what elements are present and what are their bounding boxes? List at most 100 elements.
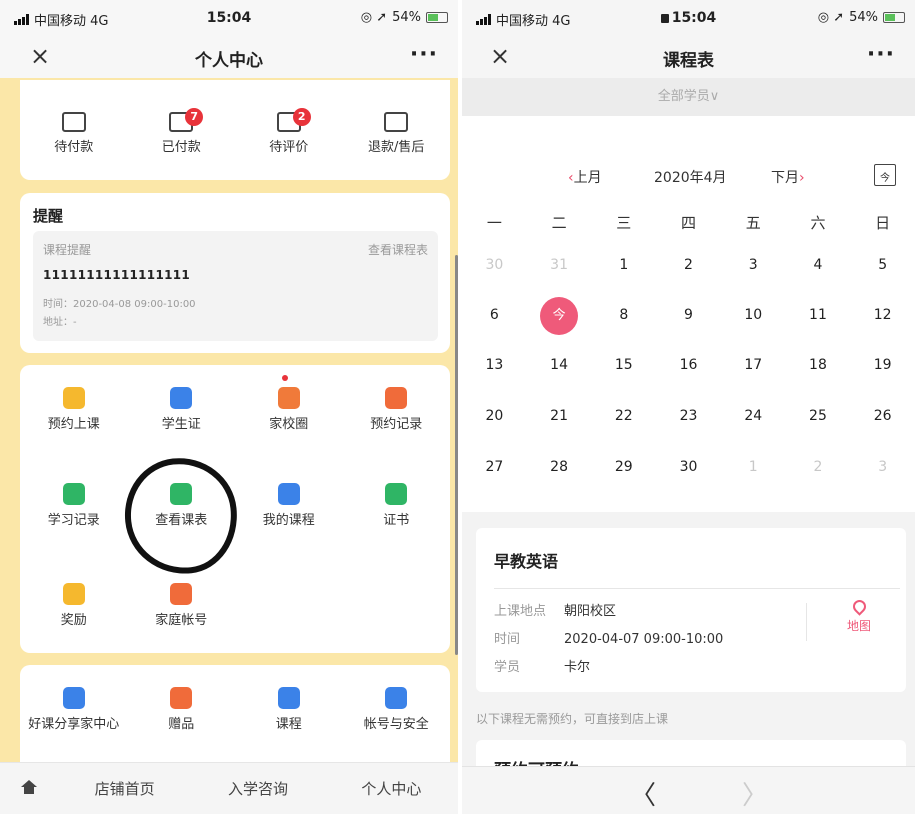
tab-personal-center[interactable]: 个人中心	[325, 778, 458, 799]
home-icon	[21, 780, 37, 794]
order-item[interactable]: 2 待评价	[235, 108, 343, 155]
calendar-day[interactable]: 10	[721, 296, 786, 334]
function-item[interactable]: 家庭帐号	[128, 583, 236, 628]
record-icon	[385, 387, 408, 409]
course-title: 早教英语	[494, 552, 559, 571]
current-month: 2020年4月	[654, 170, 727, 186]
status-right: ◎ ➚ 54%	[818, 10, 905, 25]
gift-icon	[170, 687, 193, 709]
account-grid: 好课分享家中心 赠品 课程 帐号与安全	[20, 687, 450, 732]
calendar-day[interactable]: 14	[527, 346, 592, 384]
order-item[interactable]: 退款/售后	[343, 108, 451, 155]
calendar-day[interactable]: 29	[591, 448, 656, 486]
function-item[interactable]: 证书	[343, 483, 451, 528]
calendar-day[interactable]: 31	[527, 246, 592, 284]
calendar-day[interactable]: 17	[721, 346, 786, 384]
home-button[interactable]	[0, 779, 58, 798]
reminder-heading: 课程提醒	[43, 243, 92, 257]
calendar-day[interactable]: 30	[462, 246, 527, 284]
today-icon-text: 今	[880, 173, 890, 184]
function-item[interactable]: 预约记录	[343, 387, 451, 432]
calendar-day[interactable]: 23	[656, 397, 721, 435]
function-item[interactable]: 学生证	[128, 387, 236, 432]
calendar-day[interactable]: 5	[850, 246, 915, 284]
course-reminder-box[interactable]: 课程提醒 查看课程表 11111111111111111 时间：2020-04-…	[33, 231, 438, 341]
today-calendar-icon[interactable]: 今	[874, 164, 896, 186]
nav-bar: × 课程表 ···	[462, 36, 915, 78]
function-item[interactable]: 我的课程	[235, 483, 343, 528]
calendar-day[interactable]: 12	[850, 296, 915, 334]
calendar-day[interactable]: 4	[786, 246, 851, 284]
chat-icon	[277, 375, 300, 409]
status-bar: 中国移动 4G 15:04 ◎ ➚ 54%	[462, 0, 915, 36]
calendar-day[interactable]: 20	[462, 397, 527, 435]
battery-icon	[426, 12, 448, 23]
calendar-day[interactable]: 15	[591, 346, 656, 384]
calendar-day[interactable]: 13	[462, 346, 527, 384]
map-button[interactable]: 地图	[834, 597, 884, 634]
weekday-label: 五	[745, 214, 761, 232]
calendar-day[interactable]: 8	[591, 296, 656, 334]
view-schedule-link[interactable]: 查看课程表	[368, 241, 428, 258]
page-title: 课程表	[663, 51, 714, 71]
function-item[interactable]: 预约上课	[20, 387, 128, 432]
calendar-day[interactable]: 25	[786, 397, 851, 435]
function-item[interactable]: 奖励	[20, 583, 128, 628]
reminder-card: 提醒 课程提醒 查看课程表 11111111111111111 时间：2020-…	[20, 193, 450, 353]
prev-month-label: 上月	[573, 170, 602, 186]
account-item[interactable]: 好课分享家中心	[20, 687, 128, 732]
tab-admission[interactable]: 入学咨询	[191, 778, 324, 799]
account-item-label: 课程	[275, 717, 302, 732]
calendar-day[interactable]: 1	[591, 246, 656, 284]
function-item-label: 查看课表	[155, 513, 208, 528]
calendar-day[interactable]: 16	[656, 346, 721, 384]
calendar-day[interactable]: 28	[527, 448, 592, 486]
calendar-day[interactable]: 3	[721, 246, 786, 284]
order-item[interactable]: 待付款	[20, 108, 128, 155]
calendar-day[interactable]: 26	[850, 397, 915, 435]
function-item[interactable]: 学习记录	[20, 483, 128, 528]
calendar-day[interactable]: 19	[850, 346, 915, 384]
more-button[interactable]: ···	[867, 42, 895, 67]
course-card[interactable]: 早教英语 上课地点 朝阳校区 时间 2020-04-07 09:00-10:00 学…	[476, 528, 906, 692]
today-marker: 今	[540, 297, 579, 335]
calendar-day[interactable]: 3	[850, 448, 915, 486]
forward-button[interactable]: 〉	[742, 775, 768, 812]
trophy-icon	[62, 583, 85, 605]
next-month-button[interactable]: 下月›	[771, 167, 805, 187]
more-button[interactable]: ···	[410, 42, 438, 67]
calendar-day[interactable]: 21	[527, 397, 592, 435]
account-item[interactable]: 帐号与安全	[343, 687, 451, 732]
function-item[interactable]: 家校圈	[235, 375, 343, 432]
calendar-day[interactable]: 6	[462, 296, 527, 334]
calendar-day[interactable]: 27	[462, 448, 527, 486]
back-button[interactable]: 〈	[630, 775, 656, 812]
calendar-day[interactable]: 1	[721, 448, 786, 486]
order-item[interactable]: 7 已付款	[128, 108, 236, 155]
calendar-week-row: 6 今 8 9 10 11 12	[462, 296, 915, 335]
prev-month-button[interactable]: ‹上月	[568, 167, 602, 187]
calendar-day[interactable]: 11	[786, 296, 851, 334]
calendar-day[interactable]: 30	[656, 448, 721, 486]
student-filter-dropdown[interactable]: 全部学员∨	[462, 78, 915, 116]
status-bar: 中国移动 4G 15:04 ◎ ➚ 54%	[0, 0, 458, 36]
calendar-week-row: 30 31 1 2 3 4 5	[462, 246, 915, 284]
account-item[interactable]: 课程	[235, 687, 343, 732]
calendar-day[interactable]: 2	[656, 246, 721, 284]
browser-bottom-nav: 〈 〉	[462, 766, 915, 814]
reminder-course-name: 11111111111111111	[43, 268, 191, 282]
tab-bar: 店铺首页 入学咨询 个人中心	[0, 762, 458, 814]
calendar-day[interactable]: 18	[786, 346, 851, 384]
account-item[interactable]: 赠品	[128, 687, 236, 732]
calendar-day-today[interactable]: 今	[527, 296, 592, 335]
calendar-day[interactable]: 2	[786, 448, 851, 486]
weekday-header: 一二三四五六日	[462, 212, 915, 233]
calendar-day[interactable]: 22	[591, 397, 656, 435]
calendar-day[interactable]: 9	[656, 296, 721, 334]
function-item[interactable]: 查看课表	[128, 483, 236, 528]
divider	[806, 603, 807, 641]
count-badge: 7	[185, 108, 204, 126]
tab-shop-home[interactable]: 店铺首页	[58, 778, 191, 799]
student-value: 卡尔	[564, 660, 591, 675]
calendar-day[interactable]: 24	[721, 397, 786, 435]
